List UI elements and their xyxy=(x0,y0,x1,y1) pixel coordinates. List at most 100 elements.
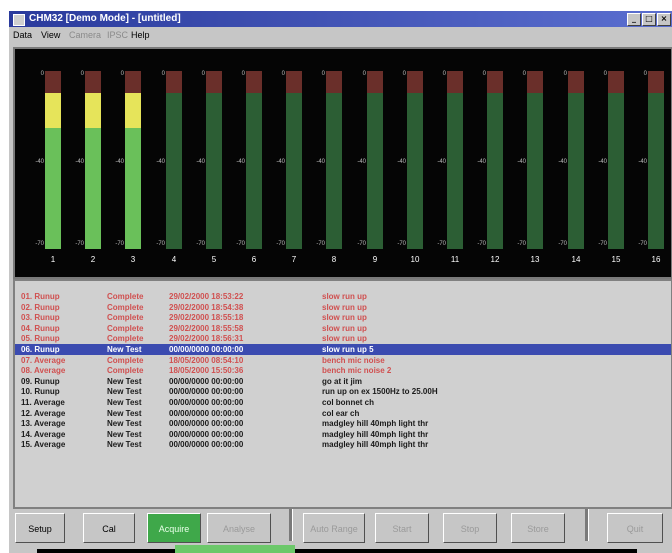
channel-label: 2 xyxy=(90,255,96,264)
test-status-cell: Complete xyxy=(107,323,144,333)
test-date-cell: 00/00/0000 00:00:00 xyxy=(169,398,244,407)
meter-scale-label: 0 xyxy=(603,71,607,77)
test-list[interactable]: 01. Runup Complete 29/02/2000 18:53:22 slow… xyxy=(13,279,672,509)
test-description-cell: madgley hill 40mph light thr xyxy=(322,440,429,450)
meter-segment-green xyxy=(367,128,383,249)
meter-scale-label: -70 xyxy=(156,241,165,247)
meter-scale-label: 0 xyxy=(80,71,84,77)
meter-scale-label: -70 xyxy=(477,241,486,247)
test-description-cell: slow run up xyxy=(322,334,367,344)
meter-segment-red xyxy=(568,71,584,93)
channel-label: 14 xyxy=(571,255,581,264)
meter-scale-label: 0 xyxy=(643,71,647,77)
table-row[interactable]: 09. Runup New Test 00/00/0000 00:00:00 go a… xyxy=(15,376,671,387)
test-date-cell: 29/02/2000 18:53:22 xyxy=(169,292,244,301)
meter-scale-label: -70 xyxy=(196,241,205,247)
menu-help[interactable]: Help xyxy=(131,30,150,40)
test-date-cell: 29/02/2000 18:56:31 xyxy=(169,334,244,344)
meter-segment-green xyxy=(608,128,624,249)
meter-segment-red xyxy=(125,71,141,93)
app-icon[interactable] xyxy=(13,14,25,26)
meter-segment-yellow xyxy=(45,93,61,128)
start-button[interactable]: Start xyxy=(375,513,429,543)
test-description-cell: slow run up 5 xyxy=(322,345,374,354)
store-button[interactable]: Store xyxy=(511,513,565,543)
meter-scale-label: 0 xyxy=(241,71,245,77)
level-meter-15 xyxy=(608,71,624,249)
meter-scale-label: -70 xyxy=(75,241,84,247)
analyse-button[interactable]: Analyse xyxy=(207,513,271,543)
level-meter-8 xyxy=(326,71,342,249)
close-icon[interactable]: × xyxy=(657,13,671,26)
table-row[interactable]: 14. Average New Test 00/00/0000 00:00:00 ma… xyxy=(15,429,671,440)
test-name-cell: 11. Average xyxy=(21,398,65,407)
table-row[interactable]: 07. Average Complete 18/05/2000 08:54:10 be… xyxy=(15,355,671,366)
meter-segment-green xyxy=(206,128,222,249)
meter-segment-yellow xyxy=(85,93,101,128)
meter-segment-red xyxy=(45,71,61,93)
table-row[interactable]: 13. Average New Test 00/00/0000 00:00:00 ma… xyxy=(15,418,671,429)
meter-segment-red xyxy=(326,71,342,93)
menu-camera[interactable]: Camera xyxy=(69,30,101,40)
meter-scale-label: 0 xyxy=(120,71,124,77)
meter-scale-label: 0 xyxy=(40,71,44,77)
menu-data[interactable]: Data xyxy=(13,30,32,40)
test-status-cell: New Test xyxy=(107,408,142,418)
test-date-cell: 18/05/2000 15:50:36 xyxy=(169,366,244,376)
test-date-cell: 00/00/0000 00:00:00 xyxy=(169,387,244,397)
table-row[interactable]: 15. Average New Test 00/00/0000 00:00:00 ma… xyxy=(15,439,671,450)
meter-segment-red xyxy=(85,71,101,93)
test-date-cell: 29/02/2000 18:55:18 xyxy=(169,313,244,323)
table-row[interactable]: 10. Runup New Test 00/00/0000 00:00:00 run … xyxy=(15,386,671,397)
acquire-button[interactable]: Acquire xyxy=(147,513,201,543)
meter-scale-label: -40 xyxy=(115,159,124,165)
maximize-icon[interactable]: □ xyxy=(642,13,656,26)
test-status-cell: New Test xyxy=(107,440,142,450)
test-status-cell: New Test xyxy=(107,419,142,429)
title-bar[interactable]: CHM32 [Demo Mode] - [untitled] _ □ × xyxy=(9,11,672,27)
table-row[interactable]: 12. Average New Test 00/00/0000 00:00:00 co… xyxy=(15,408,671,419)
meter-scale-label: -70 xyxy=(638,241,647,247)
level-meter-7 xyxy=(286,71,302,249)
test-status-cell: Complete xyxy=(107,334,144,344)
level-meter-16 xyxy=(648,71,664,249)
test-description-cell: col ear ch xyxy=(322,408,360,418)
quit-button[interactable]: Quit xyxy=(607,513,663,543)
meter-segment-green xyxy=(487,128,503,249)
table-row[interactable]: 01. Runup Complete 29/02/2000 18:53:22 slow… xyxy=(15,291,671,302)
table-row[interactable]: 02. Runup Complete 29/02/2000 18:54:38 slow… xyxy=(15,302,671,313)
table-row[interactable]: 03. Runup Complete 29/02/2000 18:55:18 slow… xyxy=(15,312,671,323)
table-row[interactable]: 11. Average New Test 00/00/0000 00:00:00 co… xyxy=(15,397,671,408)
meter-scale-label: -40 xyxy=(638,159,647,165)
meter-scale-label: 0 xyxy=(402,71,406,77)
menu-view[interactable]: View xyxy=(41,30,60,40)
table-row[interactable]: 06. Runup New Test 00/00/0000 00:00:00 slow… xyxy=(15,344,671,355)
meter-segment-green xyxy=(85,128,101,249)
meter-scale-label: -40 xyxy=(517,159,526,165)
test-date-cell: 18/05/2000 08:54:10 xyxy=(169,355,244,365)
setup-button[interactable]: Setup xyxy=(15,513,65,543)
menu-ipsc[interactable]: IPSC xyxy=(107,30,128,40)
meter-scale-label: 0 xyxy=(442,71,446,77)
test-name-cell: 05. Runup xyxy=(21,334,60,344)
minimize-icon[interactable]: _ xyxy=(627,13,641,26)
test-name-cell: 14. Average xyxy=(21,429,66,439)
test-status-cell: Complete xyxy=(107,366,144,376)
table-row[interactable]: 04. Runup Complete 29/02/2000 18:55:58 slow… xyxy=(15,323,671,334)
meter-segment-green xyxy=(447,128,463,249)
test-status-cell: Complete xyxy=(107,355,144,365)
meter-segment-yellow xyxy=(527,93,543,128)
table-row[interactable]: 05. Runup Complete 29/02/2000 18:56:31 slow… xyxy=(15,333,671,344)
toolbar-separator xyxy=(585,509,589,541)
auto-range-button[interactable]: Auto Range xyxy=(303,513,365,543)
cal-button[interactable]: Cal xyxy=(83,513,135,543)
table-row[interactable]: 08. Average Complete 18/05/2000 15:50:36 be… xyxy=(15,365,671,376)
channel-label: 5 xyxy=(211,255,217,264)
stop-button[interactable]: Stop xyxy=(443,513,497,543)
test-status-cell: Complete xyxy=(107,292,144,301)
level-meter-5 xyxy=(206,71,222,249)
level-meter-9 xyxy=(367,71,383,249)
channel-label: 9 xyxy=(372,255,378,264)
meter-scale-label: -40 xyxy=(558,159,567,165)
meter-segment-green xyxy=(648,128,664,249)
